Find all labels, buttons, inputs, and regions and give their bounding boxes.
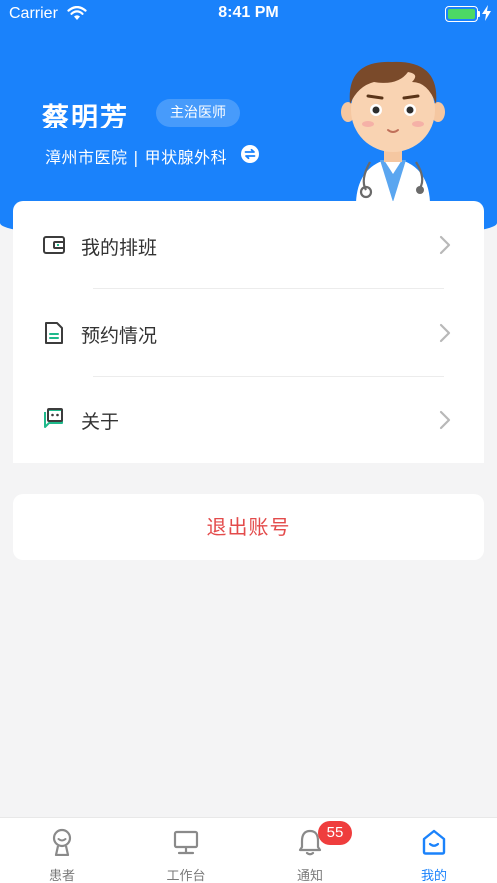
hospital-department: 漳州市医院 | 甲状腺外科 — [45, 148, 228, 167]
battery-icon — [445, 6, 478, 22]
doctor-title-badge: 主治医师 — [156, 99, 240, 127]
charging-icon — [482, 5, 491, 21]
status-time: 8:41 PM — [218, 4, 279, 21]
menu-item-about[interactable]: 关于 — [13, 377, 484, 464]
menu-item-schedule[interactable]: 我的排班 — [13, 201, 484, 288]
wallet-icon — [43, 236, 65, 254]
menu-label-about: 关于 — [81, 411, 120, 433]
monitor-icon — [173, 830, 199, 855]
tab-patients[interactable]: 患者 — [0, 818, 124, 883]
tab-notifications[interactable]: 通知 — [248, 818, 372, 883]
menu-label-appointments: 预约情况 — [81, 325, 158, 347]
status-bar: Carrier 8:41 PM — [0, 0, 497, 30]
tab-workbench[interactable]: 工作台 — [124, 818, 248, 883]
doctor-avatar — [341, 61, 445, 202]
tab-label-notifications: 通知 — [296, 869, 323, 883]
logout-label: 退出账号 — [206, 515, 291, 539]
menu-item-appointments[interactable]: 预约情况 — [13, 289, 484, 376]
chevron-right-icon — [439, 410, 451, 430]
tab-label-mine: 我的 — [420, 869, 447, 883]
logout-button[interactable]: 退出账号 — [13, 494, 484, 560]
menu-card: 我的排班 预约情况 关于 — [13, 201, 484, 463]
switch-department-icon[interactable] — [241, 145, 259, 163]
chat-icon — [44, 408, 63, 428]
menu-label-schedule: 我的排班 — [81, 237, 158, 259]
notification-count-badge: 55 — [318, 821, 352, 845]
home-icon — [422, 829, 446, 855]
tab-label-workbench: 工作台 — [166, 869, 206, 883]
chevron-right-icon — [439, 235, 451, 255]
document-icon — [45, 322, 63, 344]
chevron-right-icon — [439, 323, 451, 343]
patient-icon — [52, 828, 72, 856]
tab-bar: 患者 工作台 通知 我的 — [0, 817, 497, 883]
tab-label-patients: 患者 — [48, 869, 75, 883]
tab-mine[interactable]: 我的 — [372, 818, 496, 883]
